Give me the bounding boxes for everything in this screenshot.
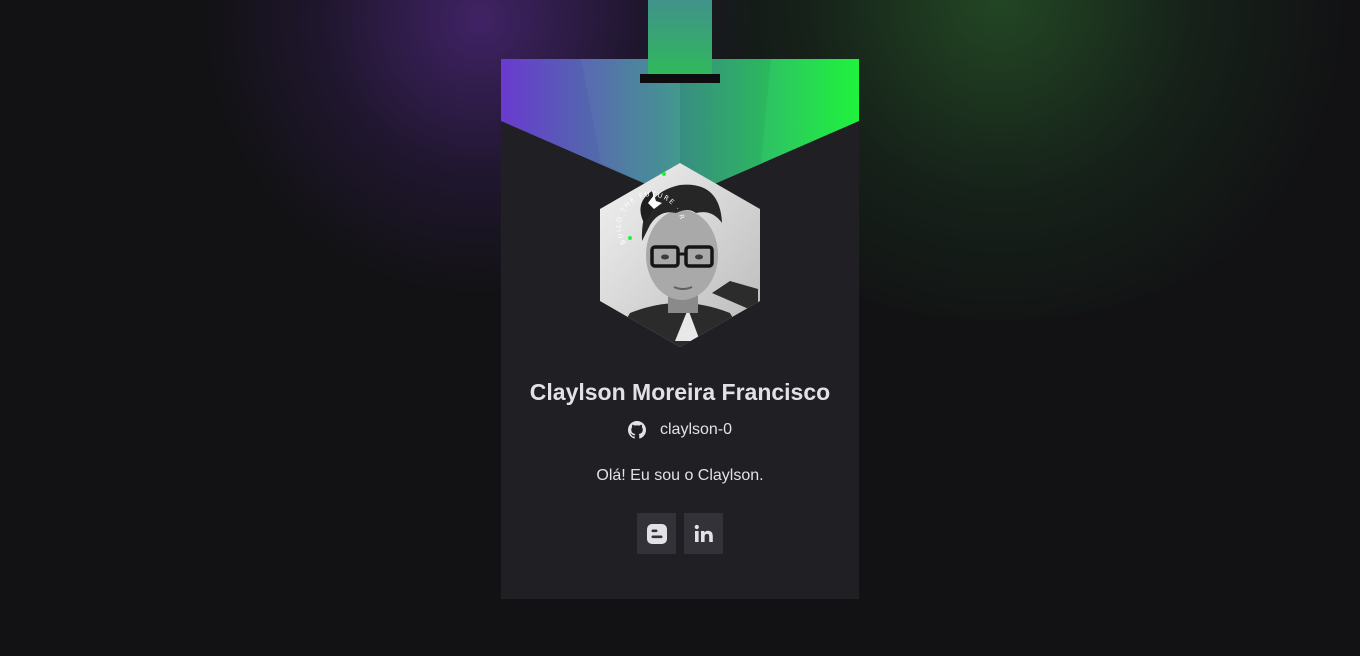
- linkedin-icon: [694, 524, 713, 542]
- avatar: BUILD THE FUTURE · ROCKETSEAT: [600, 163, 760, 347]
- badge-card: BUILD THE FUTURE · ROCKETSEAT Claylson M…: [501, 59, 859, 599]
- lanyard-clip: [640, 74, 720, 83]
- blogger-icon: [646, 523, 667, 544]
- profile-name: Claylson Moreira Francisco: [529, 379, 831, 405]
- blogger-button[interactable]: [637, 513, 676, 554]
- github-icon: [627, 421, 646, 439]
- lanyard-strap: [648, 0, 712, 78]
- social-links: [501, 513, 859, 554]
- linkedin-button[interactable]: [684, 513, 723, 554]
- profile-bio: Olá! Eu sou o Claylson.: [596, 467, 764, 484]
- github-link[interactable]: claylson-0: [501, 421, 859, 439]
- avatar-photo: [600, 163, 760, 347]
- github-username: claylson-0: [659, 421, 733, 438]
